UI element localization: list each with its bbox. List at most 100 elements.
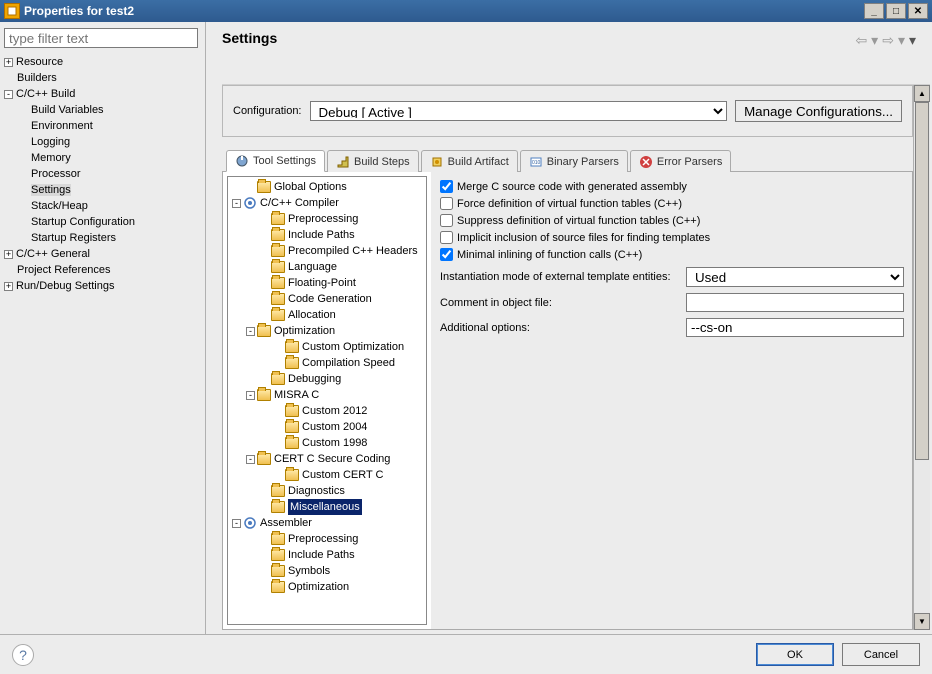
settings-tree-item[interactable]: Preprocessing	[228, 531, 426, 547]
forward-icon[interactable]: ⇨	[882, 32, 894, 49]
vertical-scrollbar[interactable]: ▲ ▼	[913, 85, 930, 630]
settings-tree-item[interactable]: -Optimization	[228, 323, 426, 339]
folder-icon	[257, 181, 271, 193]
settings-tree-item[interactable]: Language	[228, 259, 426, 275]
help-icon[interactable]: ?	[12, 644, 34, 666]
settings-tree-item[interactable]: Global Options	[228, 179, 426, 195]
options-pane: Merge C source code with generated assem…	[431, 172, 912, 629]
settings-tree-item[interactable]: Include Paths	[228, 227, 426, 243]
expander-icon[interactable]: -	[232, 199, 241, 208]
folder-icon	[257, 325, 271, 337]
tab-build-steps[interactable]: Build Steps	[327, 150, 419, 172]
settings-tree-item[interactable]: Custom 2012	[228, 403, 426, 419]
manage-configurations-button[interactable]: Manage Configurations...	[735, 100, 902, 122]
ok-button[interactable]: OK	[756, 643, 834, 666]
nav-item[interactable]: Memory	[18, 150, 201, 166]
settings-tree-item[interactable]: Debugging	[228, 371, 426, 387]
settings-tree-item[interactable]: Code Generation	[228, 291, 426, 307]
close-button[interactable]: ✕	[908, 3, 928, 19]
nav-panel: +ResourceBuilders-C/C++ BuildBuild Varia…	[0, 22, 206, 634]
instantiation-label: Instantiation mode of external template …	[440, 271, 678, 283]
scroll-thumb[interactable]	[915, 102, 929, 460]
forward-menu-icon[interactable]: ▾	[898, 32, 905, 49]
settings-tree-item[interactable]: Custom CERT C	[228, 467, 426, 483]
tab-build-artifact[interactable]: Build Artifact	[421, 150, 518, 172]
settings-tree-item[interactable]: Optimization	[228, 579, 426, 595]
nav-item[interactable]: +C/C++ General	[4, 246, 201, 262]
cancel-button[interactable]: Cancel	[842, 643, 920, 666]
configuration-select[interactable]: Debug [ Active ]	[310, 101, 728, 121]
folder-icon	[271, 293, 285, 305]
expander-icon[interactable]: -	[232, 519, 241, 528]
expander-icon[interactable]: +	[4, 250, 13, 259]
settings-tree-item[interactable]: Precompiled C++ Headers	[228, 243, 426, 259]
settings-tree-item[interactable]: Floating-Point	[228, 275, 426, 291]
wrench-icon	[235, 154, 249, 168]
nav-item[interactable]: Logging	[18, 134, 201, 150]
folder-icon	[285, 469, 299, 481]
folder-icon	[271, 485, 285, 497]
settings-tree-item[interactable]: Preprocessing	[228, 211, 426, 227]
option-checkbox[interactable]	[440, 197, 453, 210]
settings-tree-item[interactable]: Symbols	[228, 563, 426, 579]
settings-tree-item[interactable]: Diagnostics	[228, 483, 426, 499]
maximize-button[interactable]: □	[886, 3, 906, 19]
scroll-track[interactable]	[914, 102, 930, 613]
nav-item[interactable]: Project References	[4, 262, 201, 278]
settings-tree-item[interactable]: Compilation Speed	[228, 355, 426, 371]
settings-tree-item[interactable]: -CERT C Secure Coding	[228, 451, 426, 467]
nav-item[interactable]: Build Variables	[18, 102, 201, 118]
nav-item[interactable]: Builders	[4, 70, 201, 86]
settings-tree-item[interactable]: Include Paths	[228, 547, 426, 563]
folder-icon	[271, 277, 285, 289]
nav-item[interactable]: Environment	[18, 118, 201, 134]
back-menu-icon[interactable]: ▾	[871, 32, 878, 49]
expander-icon[interactable]: -	[246, 391, 255, 400]
settings-tree-item[interactable]: -Assembler	[228, 515, 426, 531]
nav-item[interactable]: Processor	[18, 166, 201, 182]
scroll-up-button[interactable]: ▲	[914, 85, 930, 102]
tab-binary-parsers[interactable]: 010 Binary Parsers	[520, 150, 628, 172]
nav-item[interactable]: Startup Configuration	[18, 214, 201, 230]
settings-tree-item[interactable]: Allocation	[228, 307, 426, 323]
nav-item[interactable]: -C/C++ Build	[4, 86, 201, 102]
minimize-button[interactable]: _	[864, 3, 884, 19]
nav-item[interactable]: +Resource	[4, 54, 201, 70]
scroll-down-button[interactable]: ▼	[914, 613, 930, 630]
expander-icon[interactable]: -	[246, 455, 255, 464]
settings-tree-item[interactable]: -C/C++ Compiler	[228, 195, 426, 211]
folder-icon	[285, 421, 299, 433]
tab-error-parsers[interactable]: Error Parsers	[630, 150, 731, 172]
comment-input[interactable]	[686, 293, 904, 312]
expander-icon[interactable]: -	[4, 90, 13, 99]
settings-tree-item[interactable]: Custom 2004	[228, 419, 426, 435]
nav-item[interactable]: Stack/Heap	[18, 198, 201, 214]
tool-settings-tree[interactable]: Global Options-C/C++ CompilerPreprocessi…	[227, 176, 427, 625]
nav-item[interactable]: +Run/Debug Settings	[4, 278, 201, 294]
tab-tool-settings[interactable]: Tool Settings	[226, 150, 325, 172]
option-checkbox[interactable]	[440, 180, 453, 193]
settings-tree-item[interactable]: Custom 1998	[228, 435, 426, 451]
option-checkbox-label: Force definition of virtual function tab…	[457, 198, 682, 210]
nav-item[interactable]: Settings	[18, 182, 201, 198]
settings-tree-item[interactable]: Custom Optimization	[228, 339, 426, 355]
instantiation-select[interactable]: Used	[686, 267, 904, 287]
filter-input[interactable]	[4, 28, 198, 48]
expander-icon[interactable]: -	[246, 327, 255, 336]
nav-tree[interactable]: +ResourceBuilders-C/C++ BuildBuild Varia…	[4, 54, 201, 294]
window-controls: _ □ ✕	[864, 3, 928, 19]
additional-options-input[interactable]	[686, 318, 904, 337]
option-checkbox[interactable]	[440, 214, 453, 227]
option-checkbox-row: Force definition of virtual function tab…	[440, 195, 904, 212]
expander-icon[interactable]: +	[4, 282, 13, 291]
folder-icon	[285, 341, 299, 353]
settings-tree-item[interactable]: -MISRA C	[228, 387, 426, 403]
back-icon[interactable]: ⇦	[855, 32, 867, 49]
nav-item[interactable]: Startup Registers	[18, 230, 201, 246]
option-checkbox[interactable]	[440, 248, 453, 261]
option-checkbox[interactable]	[440, 231, 453, 244]
settings-tree-item[interactable]: Miscellaneous	[228, 499, 426, 515]
expander-icon[interactable]: +	[4, 58, 13, 67]
dropdown-menu-icon[interactable]: ▾	[909, 32, 916, 49]
option-checkbox-row: Implicit inclusion of source files for f…	[440, 229, 904, 246]
